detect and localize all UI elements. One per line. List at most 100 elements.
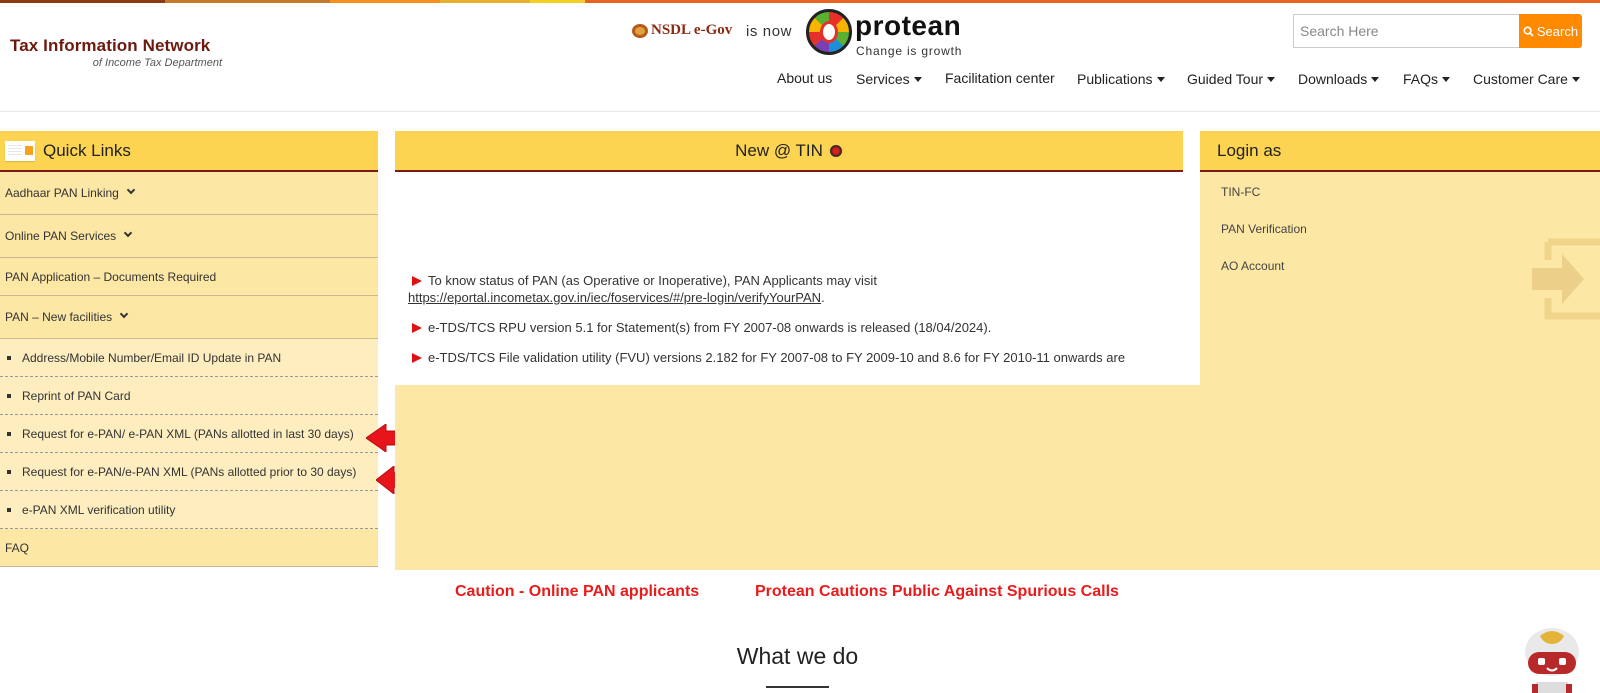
nav-customer-care[interactable]: Customer Care — [1473, 71, 1580, 87]
chevron-down-icon — [119, 309, 129, 319]
news-item: e-TDS/TCS File validation utility (FVU) … — [412, 349, 1125, 366]
brand-title: Tax Information Network — [10, 36, 211, 55]
login-as-title: Login as — [1217, 140, 1282, 160]
nsdl-text: NSDL e-Gov — [651, 22, 733, 38]
search-icon — [1523, 25, 1534, 37]
bullet-triangle-icon — [412, 323, 422, 333]
news-item: e-TDS/TCS RPU version 5.1 for Statement(… — [412, 319, 991, 336]
caret-down-icon — [913, 76, 922, 82]
news-text: To know status of PAN (as Operative or I… — [428, 273, 877, 288]
nav-label: Guided Tour — [1187, 71, 1264, 87]
chevron-down-icon — [123, 228, 133, 238]
search-form: Search — [1293, 14, 1582, 48]
news-suffix: . — [821, 290, 825, 305]
search-button-label: Search — [1536, 23, 1579, 39]
site-logo[interactable]: Tax Information Network of Income Tax De… — [10, 36, 222, 69]
nav-about-us[interactable]: About us — [777, 70, 832, 86]
caution-online-pan-link[interactable]: Caution - Online PAN applicants — [455, 583, 699, 601]
nav-label: Services — [856, 71, 910, 87]
news-ticker: To know status of PAN (as Operative or I… — [395, 172, 1200, 384]
search-input[interactable] — [1293, 14, 1519, 48]
strip-segment — [165, 0, 330, 3]
quick-link-pan-new-facilities[interactable]: PAN – New facilities — [0, 296, 378, 339]
what-we-do-heading: What we do — [736, 643, 859, 669]
quick-link-aadhaar-pan-linking[interactable]: Aadhaar PAN Linking — [0, 172, 378, 215]
bullet-icon — [7, 355, 11, 360]
strip-segment — [530, 0, 585, 3]
caret-down-icon — [1571, 76, 1580, 82]
nav-label: Customer Care — [1473, 71, 1568, 87]
header-divider — [0, 111, 1600, 112]
nav-publications[interactable]: Publications — [1077, 71, 1165, 87]
news-text[interactable]: e-TDS/TCS File validation utility (FVU) … — [428, 350, 1125, 365]
nav-faqs[interactable]: FAQs — [1403, 71, 1451, 87]
bullet-icon — [7, 507, 11, 512]
news-text[interactable]: e-TDS/TCS RPU version 5.1 for Statement(… — [428, 320, 991, 335]
new-at-tin-title: New @ TIN — [735, 140, 823, 160]
login-tin-fc[interactable]: TIN-FC — [1221, 185, 1260, 199]
nav-label: Facilitation center — [945, 70, 1055, 86]
sub-link-epan-prior-30-days[interactable]: Request for e-PAN/e-PAN XML (PANs allott… — [0, 453, 378, 491]
quick-links-icon — [5, 140, 35, 161]
chevron-down-icon — [126, 185, 136, 195]
sub-link-epan-last-30-days[interactable]: Request for e-PAN/ e-PAN XML (PANs allot… — [0, 415, 378, 453]
new-badge-icon — [828, 144, 843, 157]
nav-label: About us — [777, 70, 833, 86]
bullet-triangle-icon — [412, 353, 422, 363]
quick-link-pan-documents-required[interactable]: PAN Application – Documents Required — [0, 258, 378, 296]
caret-down-icon — [1267, 76, 1276, 82]
news-panel-background — [395, 385, 1600, 570]
brand-subtitle: of Income Tax Department — [92, 57, 222, 69]
quick-link-online-pan-services[interactable]: Online PAN Services — [0, 215, 378, 258]
nav-guided-tour[interactable]: Guided Tour — [1187, 71, 1276, 87]
quick-link-faq[interactable]: FAQ — [0, 529, 378, 567]
login-as-header: Login as — [1200, 131, 1600, 172]
sub-link-reprint-pan[interactable]: Reprint of PAN Card — [0, 377, 378, 415]
new-at-tin-panel: New @ TIN To know status of PAN (as Oper… — [395, 131, 1200, 384]
caret-down-icon — [1371, 76, 1380, 82]
nav-label: FAQs — [1403, 71, 1439, 87]
login-pan-verification[interactable]: PAN Verification — [1221, 222, 1307, 236]
sub-link-label: Request for e-PAN/e-PAN XML (PANs allott… — [22, 464, 357, 479]
caret-down-icon — [1442, 76, 1451, 82]
quick-links-header: Quick Links — [0, 131, 378, 172]
caution-spurious-calls-link[interactable]: Protean Cautions Public Against Spurious… — [755, 583, 1119, 601]
new-at-tin-header: New @ TIN — [395, 131, 1183, 172]
bullet-icon — [7, 431, 11, 436]
login-enter-icon — [1532, 238, 1600, 320]
sub-link-label: Reprint of PAN Card — [22, 388, 131, 403]
caret-down-icon — [1156, 76, 1165, 82]
protean-name: protean — [855, 10, 962, 41]
quick-links-panel: Quick Links Aadhaar PAN Linking Online P… — [0, 131, 378, 567]
main-nav: About us Services Facilitation center Pu… — [0, 70, 1600, 90]
quick-link-label: FAQ — [5, 540, 30, 555]
sub-link-address-update[interactable]: Address/Mobile Number/Email ID Update in… — [0, 339, 378, 377]
sub-link-label: Request for e-PAN/ e-PAN XML (PANs allot… — [22, 426, 354, 441]
news-item: To know status of PAN (as Operative or I… — [408, 272, 877, 306]
sub-link-epan-xml-verification[interactable]: e-PAN XML verification utility — [0, 491, 378, 529]
protean-tagline: Change is growth — [856, 44, 963, 58]
login-ao-account[interactable]: AO Account — [1221, 259, 1284, 273]
search-button[interactable]: Search — [1519, 14, 1582, 48]
nsdl-egov-logo: NSDL e-Gov — [632, 22, 732, 39]
verify-pan-link[interactable]: https://eportal.incometax.gov.in/iec/fos… — [408, 290, 821, 305]
top-color-strip — [0, 0, 1600, 3]
strip-segment — [0, 0, 165, 3]
chatbot-avatar-icon[interactable] — [1522, 626, 1582, 693]
nsdl-logo-icon — [632, 23, 648, 38]
nav-label: Downloads — [1298, 71, 1368, 87]
strip-segment — [330, 0, 440, 3]
quick-link-label: Online PAN Services — [5, 229, 117, 243]
is-now-text: is now — [746, 23, 793, 40]
heading-underline — [766, 686, 829, 688]
quick-links-title: Quick Links — [43, 140, 131, 160]
quick-link-label: Aadhaar PAN Linking — [5, 186, 119, 200]
nav-downloads[interactable]: Downloads — [1298, 71, 1380, 87]
nav-services[interactable]: Services — [856, 71, 922, 87]
strip-segment — [440, 0, 530, 3]
strip-segment — [585, 0, 1600, 3]
quick-link-label: PAN Application – Documents Required — [5, 269, 217, 284]
sub-link-label: Address/Mobile Number/Email ID Update in… — [22, 350, 282, 365]
nav-facilitation-center[interactable]: Facilitation center — [945, 70, 1055, 86]
sub-link-label: e-PAN XML verification utility — [22, 502, 176, 517]
